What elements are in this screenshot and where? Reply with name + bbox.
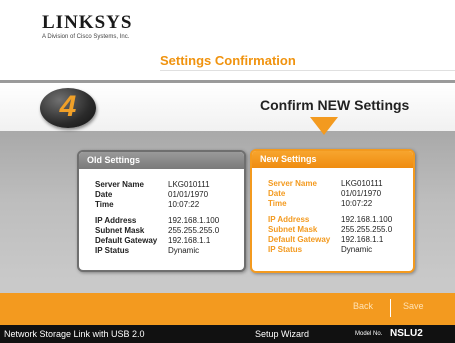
product-name: Network Storage Link with USB 2.0: [4, 329, 145, 339]
row-value: 01/01/1970: [168, 190, 209, 199]
row-label: Time: [95, 200, 114, 209]
new-row-default-gateway: Default Gateway 192.168.1.1: [268, 235, 413, 245]
setup-wizard-window: LINKSYS A Division of Cisco Systems, Inc…: [0, 0, 455, 343]
heading-divider: [160, 70, 455, 71]
row-label: Default Gateway: [95, 236, 158, 245]
new-row-time: Time 10:07:22: [268, 199, 413, 209]
row-label: Date: [95, 190, 113, 199]
row-value: Dynamic: [168, 246, 200, 255]
new-row-server-name: Server Name LKG010111: [268, 179, 413, 189]
new-settings-panel: New Settings Server Name LKG010111 Date 01…: [250, 149, 415, 273]
old-row-date: Date 01/01/1970: [95, 190, 244, 200]
back-button[interactable]: Back: [353, 301, 373, 311]
page-title: Settings Confirmation: [160, 53, 296, 68]
save-button[interactable]: Save: [403, 301, 424, 311]
new-settings-title: New Settings: [252, 151, 413, 168]
old-row-subnet-mask: Subnet Mask 255.255.255.0: [95, 226, 244, 236]
new-row-ip-status: IP Status Dynamic: [268, 245, 413, 255]
row-value: LKG010111: [341, 179, 383, 188]
old-row-server-name: Server Name LKG010111: [95, 180, 244, 190]
new-row-subnet-mask: Subnet Mask 255.255.255.0: [268, 225, 413, 235]
button-divider: [390, 299, 391, 317]
step-title: Confirm NEW Settings: [260, 97, 410, 113]
row-label: Server Name: [268, 179, 317, 188]
step-number: 4: [59, 90, 77, 123]
row-value: LKG010111: [168, 180, 210, 189]
new-row-date: Date 01/01/1970: [268, 189, 413, 199]
row-value: 10:07:22: [168, 200, 200, 209]
row-value: 192.168.1.1: [168, 236, 211, 245]
model-number: NSLU2: [390, 328, 423, 339]
old-row-default-gateway: Default Gateway 192.168.1.1: [95, 236, 244, 246]
row-value: 10:07:22: [341, 199, 373, 208]
footer-bar: Network Storage Link with USB 2.0 Setup …: [0, 325, 455, 343]
new-row-ip-address: IP Address 192.168.1.100: [268, 215, 413, 225]
row-value: 255.255.255.0: [168, 226, 220, 235]
row-label: Server Name: [95, 180, 144, 189]
wizard-label: Setup Wizard: [255, 329, 310, 339]
row-label: IP Status: [95, 246, 130, 255]
row-value: 192.168.1.100: [168, 216, 220, 225]
step-number-badge: 4: [40, 88, 96, 128]
down-arrow-icon: [310, 117, 338, 135]
row-label: IP Status: [268, 245, 303, 254]
row-value: 255.255.255.0: [341, 225, 393, 234]
action-bar: Back Save: [0, 293, 455, 325]
row-label: Subnet Mask: [268, 225, 318, 234]
model-number-label: Model No.: [355, 331, 383, 337]
linksys-logo: LINKSYS: [42, 12, 133, 33]
row-label: Date: [268, 189, 286, 198]
row-value: Dynamic: [341, 245, 373, 254]
row-label: IP Address: [95, 216, 137, 225]
logo-tagline: A Division of Cisco Systems, Inc.: [42, 34, 130, 40]
row-value: 192.168.1.100: [341, 215, 393, 224]
old-settings-panel: Old Settings Server Name LKG010111 Date 01…: [77, 150, 246, 272]
row-label: Subnet Mask: [95, 226, 145, 235]
old-row-time: Time 10:07:22: [95, 200, 244, 210]
row-value: 01/01/1970: [341, 189, 382, 198]
header: LINKSYS A Division of Cisco Systems, Inc…: [0, 0, 455, 80]
old-row-ip-status: IP Status Dynamic: [95, 246, 244, 256]
row-label: Time: [268, 199, 287, 208]
row-label: Default Gateway: [268, 235, 331, 244]
row-value: 192.168.1.1: [341, 235, 384, 244]
old-row-ip-address: IP Address 192.168.1.100: [95, 216, 244, 226]
old-settings-title: Old Settings: [79, 152, 244, 169]
row-label: IP Address: [268, 215, 310, 224]
